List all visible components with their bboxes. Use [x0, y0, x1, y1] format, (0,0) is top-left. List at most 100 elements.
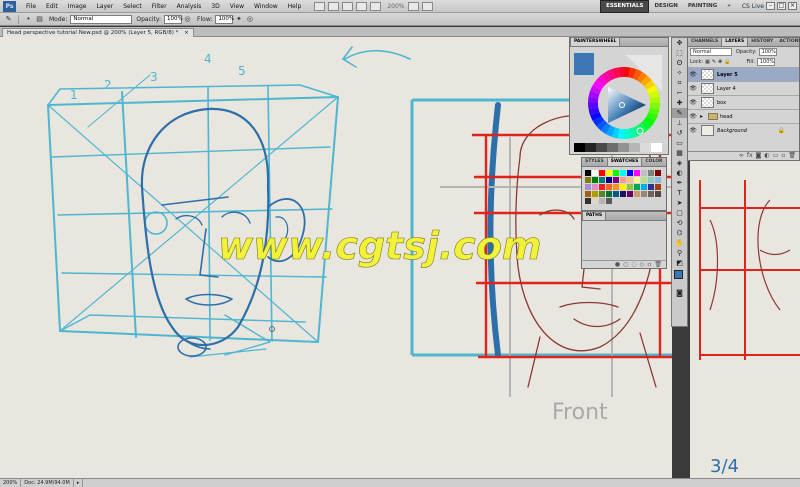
tab-color[interactable]: COLOR — [642, 158, 665, 166]
pressure-opacity-icon[interactable]: ◎ — [182, 15, 193, 24]
gray-ramp[interactable] — [574, 143, 662, 152]
gray-ramp-step[interactable] — [618, 143, 629, 152]
status-menu-icon[interactable]: ▸ — [74, 479, 84, 487]
swatch-color[interactable] — [648, 191, 654, 197]
marquee-tool-icon[interactable]: ⬚ — [672, 48, 687, 58]
fill-path-icon[interactable]: ● — [615, 261, 620, 268]
swatch-color[interactable] — [648, 170, 654, 176]
menu-3d[interactable]: 3D — [206, 0, 224, 13]
close-document-icon[interactable]: × — [184, 30, 189, 36]
tab-actions[interactable]: ACTIONS — [776, 38, 800, 46]
gradient-tool-icon[interactable]: ▦ — [672, 148, 687, 158]
swatch-color[interactable] — [620, 191, 626, 197]
swatch-color[interactable] — [634, 170, 640, 176]
swatch-color[interactable] — [599, 177, 605, 183]
quick-select-tool-icon[interactable]: ✧ — [672, 68, 687, 78]
layer-mask-icon[interactable]: ◙ — [756, 152, 762, 160]
lock-transparency-icon[interactable]: ▦ — [705, 59, 710, 65]
view-extras-button[interactable] — [342, 1, 354, 11]
swatch-color[interactable] — [634, 184, 640, 190]
menu-file[interactable]: File — [21, 0, 41, 13]
hand-tool-button[interactable] — [356, 1, 368, 11]
swatch-color[interactable] — [655, 191, 661, 197]
swatch-color[interactable] — [634, 177, 640, 183]
swatch-color[interactable] — [620, 170, 626, 176]
document-tab[interactable]: Head perspective tutorial New.psd @ 200%… — [2, 28, 194, 37]
zoom-tool-icon[interactable]: ⚲ — [672, 248, 687, 258]
link-layers-icon[interactable]: ∞ — [739, 152, 744, 160]
swatch-color[interactable] — [627, 170, 633, 176]
group-expand-arrow-icon[interactable]: ▸ — [700, 113, 703, 120]
lock-position-icon[interactable]: ✥ — [718, 59, 722, 65]
3d-rotate-tool-icon[interactable]: ⟲ — [672, 218, 687, 228]
brush-tool-icon[interactable]: ✎ — [672, 108, 687, 118]
brush-size-icon[interactable]: • — [23, 15, 34, 24]
status-zoom[interactable]: 200% — [0, 479, 22, 487]
swatch-color[interactable] — [585, 170, 591, 176]
swatch-color[interactable] — [613, 177, 619, 183]
load-selection-icon[interactable]: ◌ — [631, 261, 636, 268]
quick-mask-icon[interactable]: ◙ — [672, 288, 687, 298]
menu-view[interactable]: View — [225, 0, 249, 13]
swatch-color[interactable] — [585, 191, 591, 197]
opacity-input[interactable]: 100% — [164, 14, 183, 24]
gray-ramp-step[interactable] — [651, 143, 662, 152]
swatch-color[interactable] — [634, 191, 640, 197]
eraser-tool-icon[interactable]: ▭ — [672, 138, 687, 148]
menu-layer[interactable]: Layer — [91, 0, 118, 13]
workspace-design[interactable]: DESIGN — [649, 1, 682, 12]
lock-pixels-icon[interactable]: ✎ — [712, 59, 716, 65]
menu-edit[interactable]: Edit — [41, 0, 63, 13]
swatch-color[interactable] — [599, 191, 605, 197]
zoom-tool-button[interactable] — [370, 1, 382, 11]
tab-layers[interactable]: LAYERS — [721, 37, 749, 46]
swatch-color[interactable] — [606, 198, 612, 204]
foreground-color-swatch[interactable] — [674, 270, 683, 279]
zoom-level-select[interactable]: 200% — [387, 3, 404, 10]
crop-tool-icon[interactable]: ⌗ — [672, 78, 687, 88]
menu-window[interactable]: Window — [249, 0, 283, 13]
airbrush-icon[interactable]: ✦ — [233, 15, 244, 24]
layer-style-icon[interactable]: fx — [747, 152, 753, 160]
delete-layer-icon[interactable]: 🗑 — [788, 152, 796, 160]
swatch-color[interactable] — [585, 198, 591, 204]
swatch-color[interactable] — [599, 170, 605, 176]
color-picker-swatches[interactable] — [672, 268, 687, 288]
history-brush-tool-icon[interactable]: ↺ — [672, 128, 687, 138]
close-icon[interactable]: × — [788, 2, 797, 10]
healing-brush-tool-icon[interactable]: ✚ — [672, 98, 687, 108]
3d-camera-tool-icon[interactable]: ⌬ — [672, 228, 687, 238]
arrange-documents-button[interactable] — [407, 1, 419, 11]
path-select-tool-icon[interactable]: ➤ — [672, 198, 687, 208]
launch-bridge-button[interactable] — [314, 1, 326, 11]
menu-image[interactable]: Image — [63, 0, 92, 13]
cs-live-button[interactable]: CS Live — [742, 3, 764, 10]
layer-opacity-input[interactable]: 100% — [758, 48, 777, 56]
workspace-essentials[interactable]: ESSENTIALS — [600, 0, 650, 13]
brush-tool-preset-icon[interactable]: ✎ — [3, 15, 14, 24]
document-canvas-right[interactable]: 3/4 — [690, 160, 800, 478]
swatch-color[interactable] — [620, 184, 626, 190]
swatch-color[interactable] — [641, 170, 647, 176]
swatch-color[interactable] — [585, 184, 591, 190]
gray-ramp-step[interactable] — [629, 143, 640, 152]
swatch-color[interactable] — [641, 177, 647, 183]
swatch-color[interactable] — [592, 177, 598, 183]
swatch-color[interactable] — [592, 198, 598, 204]
new-path-icon[interactable]: ▫ — [647, 261, 651, 268]
layer-visibility-eye-icon[interactable]: 👁 — [688, 99, 698, 106]
tab-styles[interactable]: STYLES — [582, 158, 607, 166]
pressure-size-icon[interactable]: ◎ — [244, 15, 255, 24]
swatch-color[interactable] — [648, 184, 654, 190]
swatch-color[interactable] — [592, 184, 598, 190]
swatch-color[interactable] — [648, 177, 654, 183]
layer-fill-input[interactable]: 100% — [756, 58, 775, 66]
layer-blend-mode-select[interactable]: Normal — [690, 48, 732, 56]
swatch-color[interactable] — [627, 191, 633, 197]
brush-panel-toggle-icon[interactable]: ▤ — [34, 15, 45, 24]
delete-path-icon[interactable]: 🗑 — [654, 261, 662, 268]
type-tool-icon[interactable]: T — [672, 188, 687, 198]
layer-row[interactable]: 👁 Background 🔒 — [688, 123, 799, 137]
layer-row[interactable]: 👁 box — [688, 95, 799, 109]
lock-all-icon[interactable]: 🔒 — [724, 59, 730, 65]
